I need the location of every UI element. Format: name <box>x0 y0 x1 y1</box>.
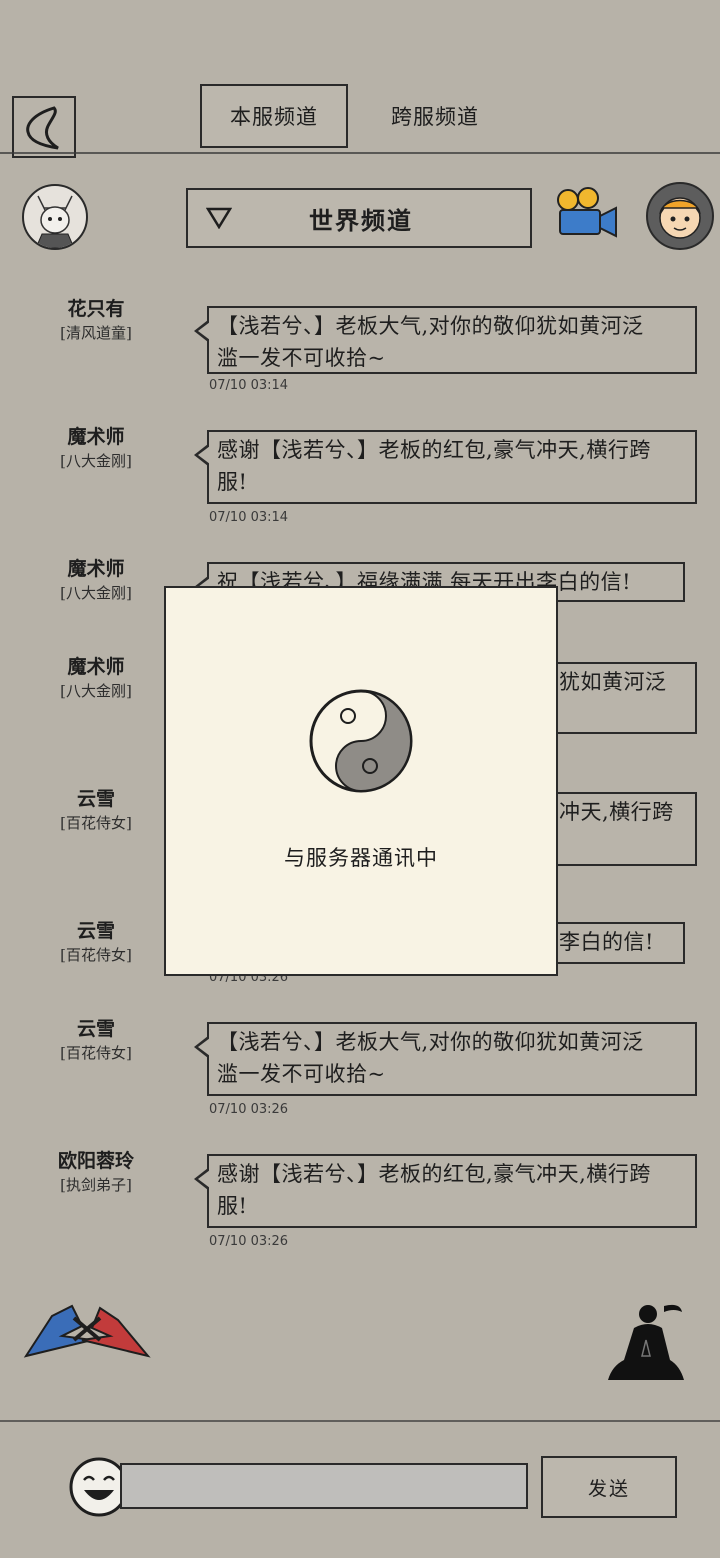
message-line: 【浅若兮、】老板大气,对你的敬仰犹如黄河泛 <box>217 1030 644 1054</box>
back-button[interactable] <box>12 96 76 158</box>
message-time: 07/10 03:26 <box>209 1234 289 1249</box>
channel-selector[interactable]: 世界频道 <box>186 188 532 248</box>
sender-sect: [八大金刚] <box>60 584 132 602</box>
sender-sect: [八大金刚] <box>60 682 132 700</box>
crossed-swords-icon <box>23 1304 151 1358</box>
sender-sect: [百花侍女] <box>60 946 132 964</box>
channel-name: 世界频道 <box>309 205 413 235</box>
dropdown-triangle-icon <box>206 207 232 229</box>
sender-name: 云雪 <box>76 920 115 942</box>
message-line: 感谢【浅若兮、】老板的红包,豪气冲天,横行跨 <box>217 438 651 462</box>
message-line: 李白的信! <box>559 930 654 954</box>
message-time: 07/10 03:26 <box>209 1102 289 1117</box>
player-avatar[interactable] <box>22 184 88 250</box>
sender-sect: [百花侍女] <box>60 814 132 832</box>
message-bubble: 【浅若兮、】老板大气,对你的敬仰犹如黄河泛 滥一发不可收拾~ <box>194 1022 697 1096</box>
sender-sect: [八大金刚] <box>60 452 132 470</box>
customer-service-button[interactable] <box>646 182 714 250</box>
send-button-label: 发送 <box>587 1477 630 1500</box>
sender-block[interactable]: 花只有 [清风道童] <box>40 296 152 344</box>
message-line: 冲天,横行跨 <box>559 800 674 824</box>
sender-block[interactable]: 魔术师 [八大金刚] <box>40 654 152 702</box>
pvp-button[interactable] <box>22 1296 152 1360</box>
message-line: 【浅若兮、】老板大气,对你的敬仰犹如黄河泛 <box>217 314 644 338</box>
message-line: 服! <box>217 1194 248 1218</box>
message-line: 滥一发不可收拾~ <box>217 346 386 370</box>
loading-text: 与服务器通讯中 <box>284 846 438 870</box>
camera-button[interactable] <box>554 186 620 242</box>
sender-sect: [清风道童] <box>60 324 132 342</box>
sender-name: 花只有 <box>67 298 125 320</box>
sender-block[interactable]: 欧阳蓉玲 [执剑弟子] <box>40 1148 152 1196</box>
message-line: 滥一发不可收拾~ <box>217 1062 386 1086</box>
loading-dialog: 与服务器通讯中 <box>164 586 558 976</box>
sender-block[interactable]: 云雪 [百花侍女] <box>40 786 152 834</box>
film-camera-icon <box>557 187 617 238</box>
tab-local-server[interactable]: 本服频道 <box>200 84 348 148</box>
sender-sect: [执剑弟子] <box>60 1176 132 1194</box>
message-bubble: 感谢【浅若兮、】老板的红包,豪气冲天,横行跨 服! <box>194 430 697 504</box>
sender-name: 魔术师 <box>67 426 125 448</box>
yin-yang-icon <box>309 689 413 793</box>
meditate-button[interactable] <box>604 1300 686 1386</box>
back-arrow-icon <box>26 106 59 150</box>
message-time: 07/10 03:14 <box>209 378 289 393</box>
sender-name: 魔术师 <box>67 656 125 678</box>
sender-name: 欧阳蓉玲 <box>57 1150 134 1172</box>
meditating-figure-icon <box>608 1304 684 1380</box>
tab-local-server-label: 本服频道 <box>230 105 318 129</box>
message-line: 犹如黄河泛 <box>559 670 667 694</box>
sender-sect: [百花侍女] <box>60 1044 132 1062</box>
customer-service-icon <box>659 197 701 239</box>
sender-block[interactable]: 魔术师 [八大金刚] <box>40 424 152 472</box>
chat-input[interactable] <box>120 1463 528 1509</box>
footer-divider <box>0 1420 720 1422</box>
sender-block[interactable]: 魔术师 [八大金刚] <box>40 556 152 604</box>
tab-cross-server[interactable]: 跨服频道 <box>360 84 510 148</box>
sender-block[interactable]: 云雪 [百花侍女] <box>40 1016 152 1064</box>
sender-name: 魔术师 <box>67 558 125 580</box>
fox-character-icon <box>35 195 75 248</box>
sender-name: 云雪 <box>76 788 115 810</box>
message-time: 07/10 03:14 <box>209 510 289 525</box>
sender-name: 云雪 <box>76 1018 115 1040</box>
message-line: 感谢【浅若兮、】老板的红包,豪气冲天,横行跨 <box>217 1162 651 1186</box>
sender-block[interactable]: 云雪 [百花侍女] <box>40 918 152 966</box>
send-button[interactable]: 发送 <box>541 1456 677 1518</box>
tab-cross-server-label: 跨服频道 <box>391 105 479 129</box>
message-bubble: 感谢【浅若兮、】老板的红包,豪气冲天,横行跨 服! <box>194 1154 697 1228</box>
message-bubble: 【浅若兮、】老板大气,对你的敬仰犹如黄河泛 滥一发不可收拾~ <box>194 306 697 374</box>
header-divider <box>0 152 720 154</box>
message-line: 服! <box>217 470 248 494</box>
